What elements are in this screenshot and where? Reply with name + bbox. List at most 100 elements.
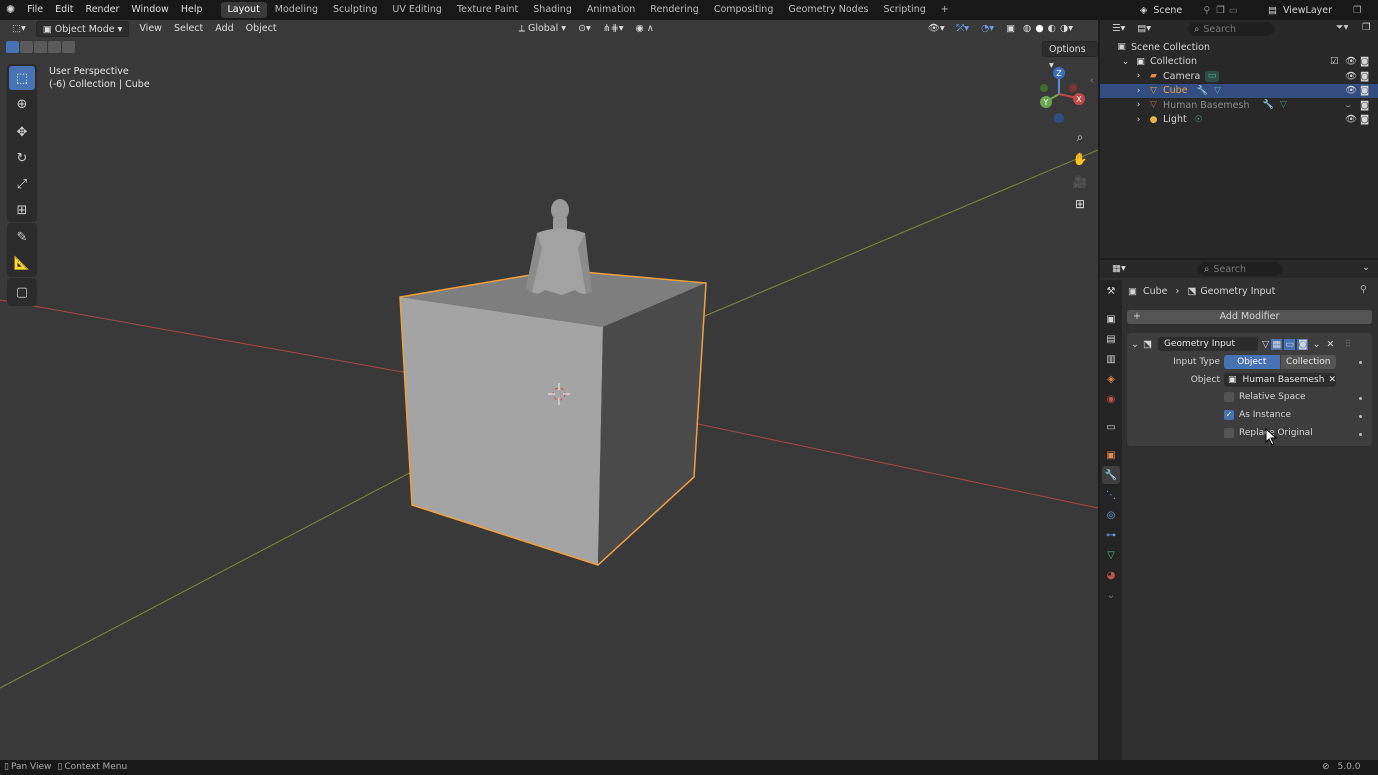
camera-data-icon[interactable]: ▭ — [1205, 70, 1219, 82]
data-tab-icon[interactable]: ▽ — [1102, 546, 1120, 564]
cursor-tool-icon[interactable]: ⊕ — [9, 92, 35, 116]
tab-animation[interactable]: Animation — [580, 2, 642, 18]
measure-tool-icon[interactable]: 📐 — [9, 251, 35, 275]
modifier-name-field[interactable]: Geometry Input — [1157, 337, 1258, 351]
menu-file[interactable]: File — [21, 0, 49, 20]
proportional-edit-icon[interactable]: ◉ ∧ — [630, 21, 660, 37]
collection-tab-icon[interactable]: ▭ — [1102, 418, 1120, 436]
editor-type-icon[interactable]: ⬚▾ — [6, 21, 32, 37]
display-mode-icon[interactable]: ▤▾ — [1131, 21, 1157, 37]
chevron-right-icon[interactable]: › — [1133, 114, 1144, 125]
tree-row-scene-collection[interactable]: ▣ Scene Collection — [1100, 40, 1378, 55]
select-box-icon[interactable]: ⬚ — [9, 66, 35, 90]
mesh-data-icon[interactable]: ▽ — [1278, 100, 1289, 111]
tree-row-cube[interactable]: › ▽ Cube 🔧 ▽ 👁 ◙ — [1100, 83, 1378, 98]
clear-icon[interactable]: ✕ — [1328, 373, 1336, 387]
menu-view[interactable]: View — [133, 21, 168, 37]
network-off-icon[interactable]: ⊘ — [1322, 762, 1330, 772]
menu-window[interactable]: Window — [125, 0, 174, 20]
move-tool-icon[interactable]: ✥ — [9, 120, 35, 144]
pin-icon[interactable]: ⚲ — [1203, 5, 1210, 16]
modifier-menu-icon[interactable]: ⌄ — [1312, 339, 1320, 350]
object-picker-field[interactable]: ▣ Human Basemesh ✕ — [1224, 373, 1336, 387]
new-collection-icon[interactable]: ❐ — [1362, 22, 1371, 33]
tab-rendering[interactable]: Rendering — [643, 2, 706, 18]
add-workspace-button[interactable]: + — [934, 2, 956, 18]
shading-wireframe-icon[interactable]: ◍ — [1021, 21, 1033, 37]
particles-tab-icon[interactable]: ⋱ — [1102, 486, 1120, 504]
menu-add[interactable]: Add — [209, 21, 239, 37]
modifier-tab-icon[interactable]: 🔧 — [1102, 466, 1120, 484]
visibility-eye-icon[interactable]: 👁 — [1345, 114, 1357, 125]
visibility-icon[interactable]: 👁▾ — [922, 21, 951, 37]
tab-texture-paint[interactable]: Texture Paint — [450, 2, 525, 18]
output-tab-icon[interactable]: ▤ — [1102, 330, 1120, 348]
edit-mode-toggle-icon[interactable]: ▽ — [1262, 339, 1269, 350]
menu-select[interactable]: Select — [168, 21, 209, 37]
zoom-icon[interactable]: ⌕ — [1069, 126, 1091, 148]
rotate-tool-icon[interactable]: ↻ — [9, 146, 35, 170]
as-instance-checkbox[interactable]: ✓ As Instance — [1224, 410, 1291, 420]
pan-hand-icon[interactable]: ✋ — [1069, 148, 1091, 170]
options-dropdown[interactable]: Options ▾ — [1042, 41, 1098, 71]
light-data-icon[interactable]: ☉ — [1193, 114, 1204, 125]
tool-tab-icon[interactable]: ⚒ — [1102, 282, 1120, 300]
tab-scripting[interactable]: Scripting — [877, 2, 933, 18]
gizmo-toggle-icon[interactable]: ⤱▾ — [951, 21, 975, 37]
visibility-eye-icon[interactable]: 👁 — [1345, 56, 1357, 67]
render-camera-icon[interactable]: ◙ — [1360, 100, 1369, 111]
tab-shading[interactable]: Shading — [526, 2, 579, 18]
shading-rendered-icon[interactable]: ◑▾ — [1058, 21, 1075, 37]
sidebar-toggle-icon[interactable]: ‹ — [1090, 76, 1094, 86]
checkbox-icon[interactable] — [1224, 428, 1234, 438]
3d-viewport[interactable]: ⬚▾ ▣ Object Mode ▾ View Select Add Objec… — [0, 20, 1098, 760]
select-new-icon[interactable] — [6, 41, 19, 53]
input-type-object-option[interactable]: Object — [1224, 355, 1280, 369]
tab-geometry-nodes[interactable]: Geometry Nodes — [781, 2, 875, 18]
more-tabs-icon[interactable]: ⌄ — [1102, 586, 1120, 604]
render-camera-icon[interactable]: ◙ — [1360, 85, 1369, 96]
view-layer-selector[interactable]: ▤ ViewLayer ❐ — [1268, 2, 1362, 18]
world-tab-icon[interactable]: ◉ — [1102, 390, 1120, 408]
checkbox-icon[interactable] — [1224, 392, 1234, 402]
tree-row-human-basemesh[interactable]: › ▽ Human Basemesh 🔧 ▽ ⌣ ◙ — [1100, 98, 1378, 113]
keyframe-dot[interactable] — [1359, 415, 1362, 418]
select-extend-icon[interactable] — [20, 41, 33, 53]
object-mode-dropdown[interactable]: ▣ Object Mode ▾ — [35, 21, 130, 37]
new-scene-icon[interactable]: ❐ — [1216, 5, 1225, 16]
menu-help[interactable]: Help — [175, 0, 209, 20]
mesh-data-icon[interactable]: ▽ — [1212, 85, 1223, 96]
menu-edit[interactable]: Edit — [49, 0, 79, 20]
relative-space-checkbox[interactable]: Relative Space — [1224, 392, 1306, 402]
chevron-down-icon[interactable]: ⌄ — [1120, 56, 1131, 67]
tab-modeling[interactable]: Modeling — [268, 2, 325, 18]
shading-solid-icon[interactable]: ● — [1033, 21, 1045, 37]
annotate-tool-icon[interactable]: ✎ — [9, 225, 35, 249]
scene-tab-icon[interactable]: ◈ — [1102, 370, 1120, 388]
chevron-right-icon[interactable]: › — [1133, 85, 1144, 96]
tab-layout[interactable]: Layout — [220, 2, 267, 18]
modifier-wrench-icon[interactable]: 🔧 — [1197, 85, 1208, 96]
tab-sculpting[interactable]: Sculpting — [326, 2, 384, 18]
constraints-tab-icon[interactable]: ⊶ — [1102, 526, 1120, 544]
filter-icon[interactable]: ⏷▾ — [1336, 22, 1348, 33]
menu-object[interactable]: Object — [240, 21, 283, 37]
menu-render[interactable]: Render — [80, 0, 126, 20]
tree-row-camera[interactable]: › ▰ Camera ▭ 👁 ◙ — [1100, 69, 1378, 84]
properties-search-input[interactable]: ⌕ Search — [1198, 262, 1282, 276]
tree-row-light[interactable]: › ● Light ☉ 👁 ◙ — [1100, 113, 1378, 128]
scene-selector[interactable]: ◈ Scene ⚲ ❐ ▭ — [1140, 2, 1238, 18]
render-camera-icon[interactable]: ◙ — [1360, 56, 1369, 67]
keyframe-dot[interactable] — [1359, 361, 1362, 364]
render-tab-icon[interactable]: ▣ — [1102, 310, 1120, 328]
outliner-search-input[interactable]: ⌕ Search — [1188, 22, 1274, 36]
blender-logo-icon[interactable]: ✺ — [0, 0, 21, 20]
new-view-layer-icon[interactable]: ❐ — [1353, 5, 1362, 16]
physics-tab-icon[interactable]: ◎ — [1102, 506, 1120, 524]
select-invert-icon[interactable] — [48, 41, 61, 53]
select-subtract-icon[interactable] — [34, 41, 47, 53]
tab-uv-editing[interactable]: UV Editing — [385, 2, 449, 18]
chevron-down-icon[interactable]: ⌄ — [1131, 339, 1139, 350]
transform-tool-icon[interactable]: ⊞ — [9, 198, 35, 222]
visibility-hidden-icon[interactable]: ⌣ — [1345, 100, 1351, 111]
